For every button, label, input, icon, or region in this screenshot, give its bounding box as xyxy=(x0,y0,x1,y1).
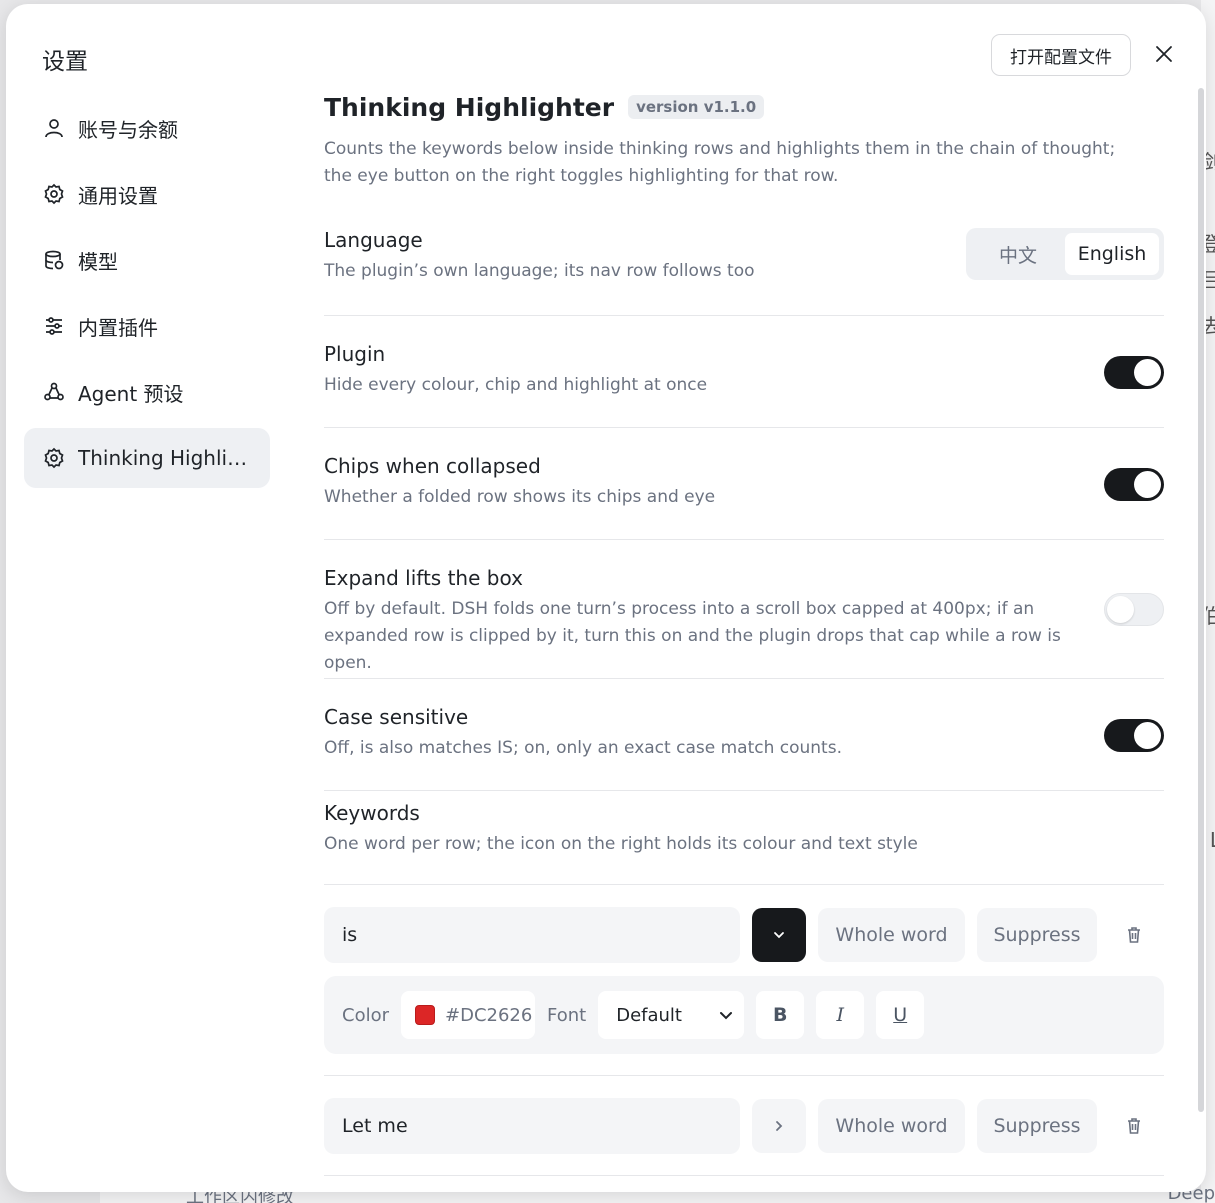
keyword-input[interactable] xyxy=(324,907,740,963)
setting-case-sensitive: Case sensitive Off, is also matches IS; … xyxy=(324,679,1164,791)
chips-when-collapsed-toggle[interactable] xyxy=(1104,468,1164,501)
toggle-knob xyxy=(1134,471,1161,498)
case-sensitive-toggle[interactable] xyxy=(1104,719,1164,752)
sidebar-item-label: 账号与余额 xyxy=(78,117,178,142)
open-config-file-button[interactable]: 打开配置文件 xyxy=(991,34,1131,76)
font-select[interactable]: Default xyxy=(598,991,745,1039)
setting-name: Case sensitive xyxy=(324,705,469,729)
setting-name: Plugin xyxy=(324,342,386,366)
keyword-entry: Whole word Suppress xyxy=(324,1098,1164,1176)
plugin-toggle[interactable] xyxy=(1104,356,1164,389)
color-label: Color xyxy=(342,1004,389,1026)
user-icon xyxy=(42,116,66,140)
settings-modal: 设置 打开配置文件 账号与余额 通用设置 模型 内置插件 Agent 预设 Th… xyxy=(6,4,1206,1192)
setting-name: Expand lifts the box xyxy=(324,566,523,590)
plugin-title: Thinking Highlighter xyxy=(324,92,615,122)
sidebar-item-agent-presets[interactable]: Agent 预设 xyxy=(24,362,270,422)
settings-sidebar: 账号与余额 通用设置 模型 内置插件 Agent 预设 Thinking Hig… xyxy=(24,98,270,494)
font-label: Font xyxy=(547,1004,587,1026)
language-option-chinese[interactable]: 中文 xyxy=(971,233,1065,275)
sidebar-item-thinking-highlighter[interactable]: Thinking Highlighter xyxy=(24,428,270,488)
suppress-button[interactable]: Suppress xyxy=(977,1099,1097,1153)
sidebar-item-label: 内置插件 xyxy=(78,315,158,340)
keyword-style-toggle[interactable] xyxy=(752,908,806,962)
whole-word-button[interactable]: Whole word xyxy=(818,1099,965,1153)
close-button[interactable] xyxy=(1150,40,1178,68)
keyword-row: Whole word Suppress xyxy=(324,1098,1164,1154)
keyword-style-toggle[interactable] xyxy=(752,1099,806,1153)
sidebar-item-label: 模型 xyxy=(78,249,118,274)
delete-keyword-button[interactable] xyxy=(1109,908,1159,962)
setting-chips-when-collapsed: Chips when collapsed Whether a folded ro… xyxy=(324,428,1164,540)
keyword-style-panel: Color #DC2626 Font Default B I U xyxy=(324,976,1164,1054)
plugin-settings-panel: Thinking Highlighter version v1.1.0 Coun… xyxy=(324,88,1164,1176)
sidebar-item-label: 通用设置 xyxy=(78,183,158,208)
sidebar-item-models[interactable]: 模型 xyxy=(24,230,270,290)
suppress-button[interactable]: Suppress xyxy=(977,908,1097,962)
setting-expand-lifts-box: Expand lifts the box Off by default. DSH… xyxy=(324,540,1164,679)
language-option-english[interactable]: English xyxy=(1065,233,1159,275)
trash-icon xyxy=(1128,927,1140,943)
database-icon xyxy=(42,248,66,272)
background-text: L xyxy=(1210,828,1215,852)
keyword-entry: Whole word Suppress Color #DC2626 Font D… xyxy=(324,907,1164,1076)
setting-plugin: Plugin Hide every colour, chip and highl… xyxy=(324,316,1164,428)
setting-description: Off by default. DSH folds one turn’s pro… xyxy=(324,599,1061,673)
gear-icon xyxy=(42,182,66,206)
toggle-knob xyxy=(1134,359,1161,386)
modal-title: 设置 xyxy=(42,49,88,75)
language-switch: 中文 English xyxy=(966,228,1164,280)
setting-description: Whether a folded row shows its chips and… xyxy=(324,487,716,507)
setting-name: Keywords xyxy=(324,801,420,825)
chevron-down-icon xyxy=(720,1012,733,1020)
gear-icon xyxy=(42,446,66,470)
sliders-icon xyxy=(42,314,66,338)
version-badge: version v1.1.0 xyxy=(628,95,765,119)
italic-button[interactable]: I xyxy=(816,991,865,1039)
setting-name: Chips when collapsed xyxy=(324,454,541,478)
color-picker[interactable]: #DC2626 xyxy=(401,991,535,1039)
delete-keyword-button[interactable] xyxy=(1109,1099,1159,1153)
setting-description: One word per row; the icon on the right … xyxy=(324,834,918,854)
bold-button[interactable]: B xyxy=(756,991,805,1039)
color-value: #DC2626 xyxy=(445,1004,533,1026)
scrollbar[interactable] xyxy=(1198,88,1204,1112)
font-select-value: Default xyxy=(616,1004,682,1026)
expand-lifts-box-toggle[interactable] xyxy=(1104,593,1164,626)
toggle-knob xyxy=(1134,722,1161,749)
chevron-down-icon xyxy=(774,932,784,939)
sidebar-item-general[interactable]: 通用设置 xyxy=(24,164,270,224)
color-swatch xyxy=(415,1005,435,1025)
close-icon xyxy=(1156,46,1172,62)
setting-description: Hide every colour, chip and highlight at… xyxy=(324,375,708,395)
underline-button[interactable]: U xyxy=(876,991,925,1039)
whole-word-button[interactable]: Whole word xyxy=(818,908,965,962)
keyword-input[interactable] xyxy=(324,1098,740,1154)
plugin-description: Counts the keywords below inside thinkin… xyxy=(324,139,1116,186)
keyword-row: Whole word Suppress xyxy=(324,907,1164,963)
sidebar-item-builtin-plugins[interactable]: 内置插件 xyxy=(24,296,270,356)
trash-icon xyxy=(1128,1118,1140,1134)
chevron-right-icon xyxy=(776,1121,783,1131)
sidebar-item-label: Agent 预设 xyxy=(78,381,184,406)
agent-icon xyxy=(42,380,66,404)
setting-keywords: Keywords One word per row; the icon on t… xyxy=(324,791,1164,885)
sidebar-item-label: Thinking Highlighter xyxy=(78,446,253,470)
toggle-knob xyxy=(1107,596,1134,623)
sidebar-item-account[interactable]: 账号与余额 xyxy=(24,98,270,158)
setting-description: Off, is also matches IS; on, only an exa… xyxy=(324,738,842,758)
